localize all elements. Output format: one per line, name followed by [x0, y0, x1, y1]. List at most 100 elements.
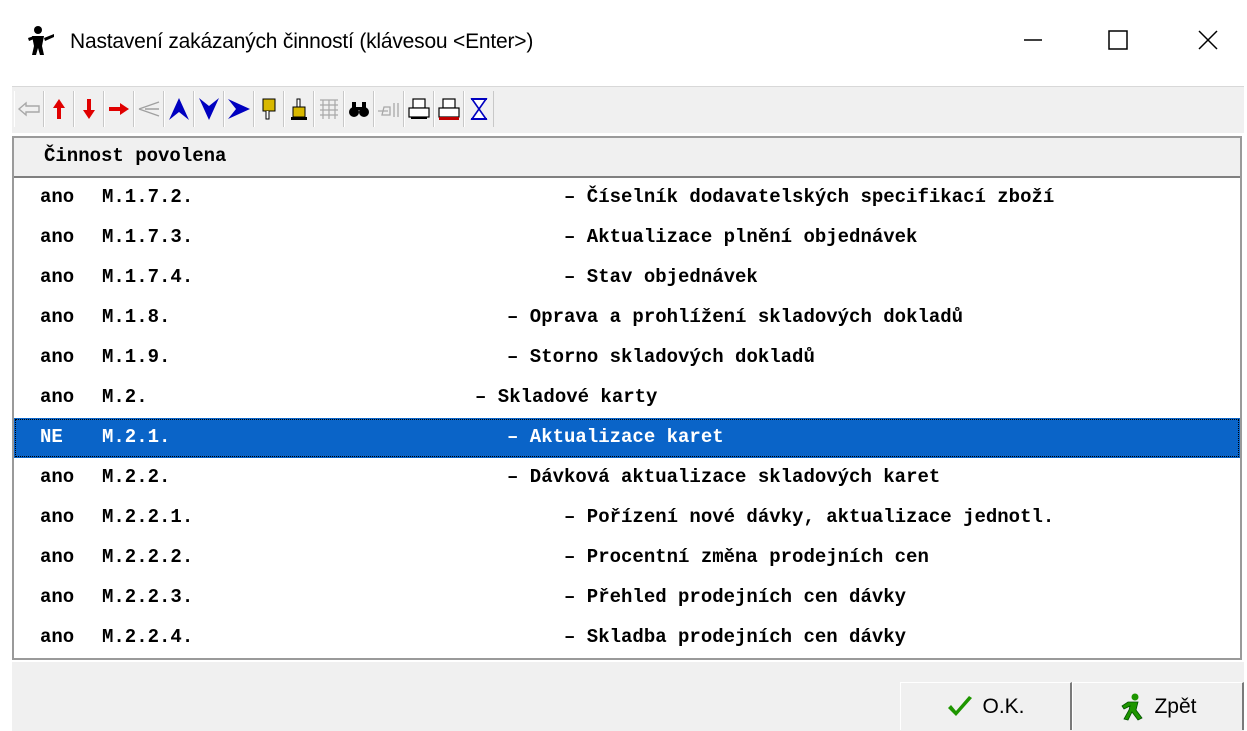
row-code: M.1.8.	[102, 306, 171, 328]
row-code: M.2.2.1.	[102, 506, 194, 528]
row-flag: ano	[40, 626, 75, 648]
hand-up-icon	[291, 98, 307, 120]
back-icon	[17, 101, 40, 117]
back-button-footer[interactable]: Zpět	[1072, 682, 1244, 730]
row-code: M.2.2.	[102, 466, 171, 488]
table-row[interactable]: ano M.2.2.4. – Skladba prodejních cen dá…	[14, 618, 1240, 654]
back-label: Zpět	[1154, 694, 1197, 718]
table-row[interactable]: ano M.1.9. – Storno skladových dokladů	[14, 338, 1240, 378]
grid-body: ano M.1.7.2. – Číselník dodavatelských s…	[14, 178, 1240, 654]
hand-down-button[interactable]	[254, 91, 284, 127]
row-code: M.2.2.3.	[102, 586, 194, 608]
binoculars-icon	[349, 102, 369, 117]
grid-header: Činnost povolena	[14, 138, 1240, 178]
table-row[interactable]: ano M.1.7.4. – Stav objednávek	[14, 258, 1240, 298]
print-icon	[408, 98, 430, 119]
next-page-button[interactable]	[224, 91, 254, 127]
row-flag: ano	[40, 546, 75, 568]
arrow-down-icon	[83, 99, 95, 119]
row-flag: ano	[40, 306, 75, 328]
table-row[interactable]: ano M.1.7.3. – Aktualizace plnění objedn…	[14, 218, 1240, 258]
maximize-button[interactable]	[1096, 18, 1140, 62]
column-header: Činnost povolena	[44, 145, 227, 167]
first-record-button[interactable]	[164, 91, 194, 127]
close-icon	[1198, 30, 1218, 50]
last-record-button[interactable]	[194, 91, 224, 127]
permissions-grid[interactable]: Činnost povolena ano M.1.7.2. – Číselník…	[12, 136, 1242, 660]
filter-icon	[320, 99, 338, 119]
row-code: M.2.1.	[102, 426, 171, 448]
row-name: – Dávková aktualizace skladových karet	[507, 466, 941, 488]
hand-up-button[interactable]	[284, 91, 314, 127]
row-code: M.2.2.2.	[102, 546, 194, 568]
first-record-icon	[169, 98, 189, 120]
move-left-button	[134, 91, 164, 127]
table-row[interactable]: ano M.2.2. – Dávková aktualizace skladov…	[14, 458, 1240, 498]
row-flag: ano	[40, 506, 75, 528]
checkmark-icon	[948, 695, 973, 716]
row-code: M.1.7.3.	[102, 226, 194, 248]
table-row[interactable]: ano M.1.7.2. – Číselník dodavatelských s…	[14, 178, 1240, 218]
filter-button	[314, 91, 344, 127]
print-setup-button[interactable]	[434, 91, 464, 127]
row-flag: ano	[40, 466, 75, 488]
arrow-left-icon	[138, 101, 160, 117]
person-icon	[28, 26, 54, 55]
close-button[interactable]	[1186, 18, 1230, 62]
arrow-right-icon	[109, 103, 129, 115]
move-down-button[interactable]	[74, 91, 104, 127]
row-name: – Aktualizace karet	[507, 426, 724, 448]
hourglass-button[interactable]	[464, 91, 494, 127]
pointer-button	[374, 91, 404, 127]
row-name: – Přehled prodejních cen dávky	[564, 586, 907, 608]
ok-label: O.K.	[982, 694, 1025, 718]
row-code: M.1.7.2.	[102, 186, 194, 208]
window-title: Nastavení zakázaných činností (klávesou …	[70, 30, 534, 53]
toolbar	[12, 86, 1244, 133]
move-up-button[interactable]	[44, 91, 74, 127]
row-name: – Stav objednávek	[564, 266, 758, 288]
minimize-icon	[1024, 39, 1042, 41]
row-code: M.1.7.4.	[102, 266, 194, 288]
row-flag: ano	[40, 266, 75, 288]
table-row[interactable]: ano M.2.2.2. – Procentní změna prodejníc…	[14, 538, 1240, 578]
table-row-selected[interactable]: NE M.2.1. – Aktualizace karet	[14, 418, 1240, 458]
back-button	[14, 91, 44, 127]
row-flag: ano	[40, 226, 75, 248]
row-name: – Skladba prodejních cen dávky	[564, 626, 907, 648]
arrow-up-icon	[53, 99, 65, 119]
print-button[interactable]	[404, 91, 434, 127]
row-name: – Storno skladových dokladů	[507, 346, 815, 368]
row-name: – Oprava a prohlížení skladových dokladů	[507, 306, 964, 328]
find-button[interactable]	[344, 91, 374, 127]
running-man-icon	[1121, 693, 1144, 721]
table-row[interactable]: ano M.2. – Skladové karty	[14, 378, 1240, 418]
title-bar: Nastavení zakázaných činností (klávesou …	[0, 0, 1247, 86]
row-flag: NE	[40, 426, 63, 448]
print-setup-icon	[438, 98, 460, 120]
minimize-button[interactable]	[1011, 18, 1055, 62]
hand-down-icon	[262, 98, 276, 120]
row-code: M.2.2.4.	[102, 626, 194, 648]
maximize-icon	[1108, 30, 1128, 50]
row-flag: ano	[40, 386, 75, 408]
row-code: M.1.9.	[102, 346, 171, 368]
row-name: – Pořízení nové dávky, aktualizace jedno…	[564, 506, 1055, 528]
row-name: – Procentní změna prodejních cen	[564, 546, 929, 568]
last-record-icon	[199, 98, 219, 120]
row-flag: ano	[40, 186, 75, 208]
pointer-icon	[378, 103, 399, 117]
ok-button[interactable]: O.K.	[900, 682, 1072, 730]
table-row[interactable]: ano M.2.2.1. – Pořízení nové dávky, aktu…	[14, 498, 1240, 538]
table-row[interactable]: ano M.2.2.3. – Přehled prodejních cen dá…	[14, 578, 1240, 618]
move-right-button[interactable]	[104, 91, 134, 127]
table-row[interactable]: ano M.1.8. – Oprava a prohlížení skladov…	[14, 298, 1240, 338]
next-page-icon	[228, 99, 250, 119]
row-name: – Číselník dodavatelských specifikací zb…	[564, 186, 1055, 208]
row-code: M.2.	[102, 386, 148, 408]
row-name: – Aktualizace plnění objednávek	[564, 226, 918, 248]
hourglass-icon	[470, 98, 488, 120]
row-name: – Skladové karty	[475, 386, 658, 408]
row-flag: ano	[40, 586, 75, 608]
row-flag: ano	[40, 346, 75, 368]
